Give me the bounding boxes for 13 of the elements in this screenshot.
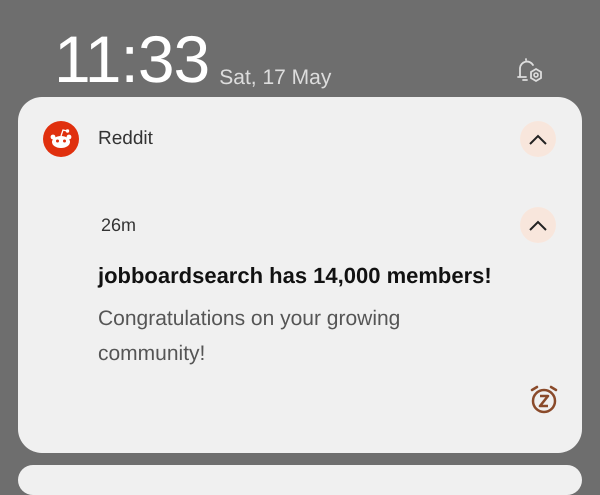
alarm-clock-icon[interactable]: [528, 383, 560, 415]
caret-icon: [528, 219, 548, 231]
notification-card[interactable]: Reddit 26m jobboardsearch has 14,000 members! Congratulations on your growing community!: [18, 97, 582, 453]
timestamp: 26m: [101, 214, 136, 236]
alien-logo-icon: [43, 121, 79, 157]
app-name: Reddit: [98, 128, 153, 150]
collapse-button[interactable]: [520, 207, 556, 243]
notification-body: Congratulations on your growing community!: [98, 306, 402, 367]
caret-icon: [528, 133, 548, 145]
date-text: Sat, 17 May: [219, 66, 332, 90]
notification-title: jobboardsearch has 14,000 members!: [98, 263, 493, 289]
collapse-button[interactable]: [520, 121, 556, 157]
clock-time: 11:33: [54, 26, 210, 92]
